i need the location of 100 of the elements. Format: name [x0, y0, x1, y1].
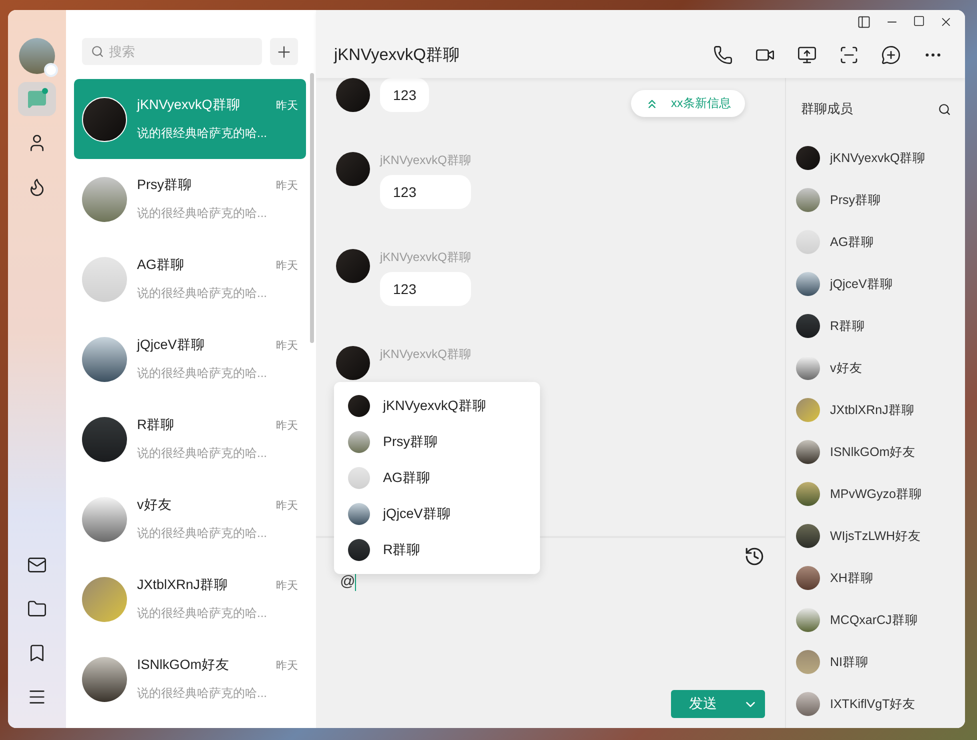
chat-icon — [27, 89, 47, 109]
member-name: ISNlkGOm好友 — [830, 444, 916, 460]
member-name: NI群聊 — [830, 654, 868, 670]
chat-list-item[interactable]: JXtblXRnJ群聊 昨天 说的很经典哈萨克的哈... — [74, 559, 306, 639]
chat-time: 昨天 — [276, 338, 298, 352]
chat-list-item[interactable]: Prsy群聊 昨天 说的很经典哈萨克的哈... — [74, 159, 306, 239]
avatar — [796, 650, 820, 674]
avatar — [796, 230, 820, 254]
member-item[interactable]: Prsy群聊 — [796, 179, 965, 221]
member-item[interactable]: XH群聊 — [796, 557, 965, 599]
avatar — [796, 566, 820, 590]
avatar — [796, 314, 820, 338]
member-item[interactable]: JXtblXRnJ群聊 — [796, 389, 965, 431]
members-title: 群聊成员 — [801, 100, 853, 118]
member-name: IXTKiflVgT好友 — [830, 696, 916, 712]
chat-time: 昨天 — [276, 258, 298, 272]
message-input[interactable]: @ — [340, 567, 765, 690]
chat-list-item[interactable]: R群聊 昨天 说的很经典哈萨克的哈... — [74, 399, 306, 479]
chat-preview: 说的很经典哈萨克的哈... — [137, 525, 268, 542]
message-bubble: 123 — [380, 272, 471, 306]
member-name: XH群聊 — [830, 570, 874, 586]
chat-time: 昨天 — [276, 98, 298, 112]
avatar — [796, 188, 820, 212]
member-item[interactable]: jQjceV群聊 — [796, 263, 965, 305]
screen-share-icon[interactable] — [797, 45, 817, 65]
member-item[interactable]: IXTKiflVgT好友 — [796, 683, 965, 725]
chat-time: 昨天 — [276, 498, 298, 512]
member-item[interactable]: AG群聊 — [796, 221, 965, 263]
avatar — [82, 416, 127, 462]
member-item[interactable]: R群聊 — [796, 305, 965, 347]
avatar — [336, 249, 370, 283]
mention-option[interactable]: R群聊 — [334, 532, 540, 568]
member-name: AG群聊 — [830, 234, 874, 250]
search-icon[interactable] — [938, 102, 951, 116]
avatar — [82, 496, 127, 542]
search-field[interactable]: 搜索 — [82, 38, 262, 65]
message-bubble: 123 — [380, 175, 471, 209]
scrollbar[interactable] — [310, 73, 314, 343]
mention-option[interactable]: AG群聊 — [334, 460, 540, 496]
chat-name: R群聊 — [137, 416, 175, 434]
avatar — [796, 524, 820, 548]
avatar — [82, 576, 127, 622]
chat-list-item[interactable]: AG群聊 昨天 说的很经典哈萨克的哈... — [74, 239, 306, 319]
member-item[interactable]: jKNVyexvkQ群聊 — [796, 137, 965, 179]
avatar — [796, 272, 820, 296]
avatar — [348, 539, 370, 561]
sender-name: jKNVyexvkQ群聊 — [380, 249, 471, 266]
chat-name: jQjceV群聊 — [137, 336, 205, 354]
avatar — [796, 608, 820, 632]
chat-name: Prsy群聊 — [137, 176, 192, 194]
unread-dot — [42, 88, 48, 94]
member-item[interactable]: WIjsTzLWH好友 — [796, 515, 965, 557]
member-item[interactable]: MCQxarCJ群聊 — [796, 599, 965, 641]
chat-list-item[interactable]: v好友 昨天 说的很经典哈萨克的哈... — [74, 479, 306, 559]
sender-name: jKNVyexvkQ群聊 — [380, 152, 471, 169]
avatar — [796, 440, 820, 464]
avatar — [336, 78, 370, 112]
chat-name: AG群聊 — [137, 256, 185, 274]
search-icon — [91, 45, 104, 58]
chat-time: 昨天 — [276, 418, 298, 432]
member-name: v好友 — [830, 360, 862, 376]
chat-list-item[interactable]: jQjceV群聊 昨天 说的很经典哈萨克的哈... — [74, 319, 306, 399]
history-icon[interactable] — [744, 546, 765, 567]
mail-icon — [27, 555, 47, 575]
avatar — [348, 467, 370, 489]
chat-preview: 说的很经典哈萨克的哈... — [137, 285, 268, 302]
chat-time: 昨天 — [276, 658, 298, 672]
avatar — [796, 398, 820, 422]
avatar — [82, 176, 127, 222]
mention-option[interactable]: Prsy群聊 — [334, 424, 540, 460]
chat-preview: 说的很经典哈萨克的哈... — [137, 605, 268, 622]
member-name: WIjsTzLWH好友 — [830, 528, 922, 544]
mention-option[interactable]: jQjceV群聊 — [334, 496, 540, 532]
member-item[interactable]: MPvWGyzo群聊 — [796, 473, 965, 515]
member-name: Prsy群聊 — [830, 192, 881, 208]
chat-preview: 说的很经典哈萨克的哈... — [137, 205, 268, 222]
chat-preview: 说的很经典哈萨克的哈... — [137, 445, 268, 462]
avatar — [796, 356, 820, 380]
scan-icon[interactable] — [839, 45, 859, 65]
chat-name: v好友 — [137, 496, 172, 514]
member-name: jQjceV群聊 — [830, 276, 893, 292]
member-name: jKNVyexvkQ群聊 — [830, 150, 926, 166]
member-item[interactable]: v好友 — [796, 347, 965, 389]
chat-name: jKNVyexvkQ群聊 — [137, 96, 240, 114]
chat-name: ISNlkGOm好友 — [137, 656, 230, 674]
chat-list-item[interactable]: ISNlkGOm好友 昨天 说的很经典哈萨克的哈... — [74, 639, 306, 719]
chat-add-icon[interactable] — [881, 45, 901, 65]
status-badge — [44, 63, 58, 77]
avatar — [796, 482, 820, 506]
chat-time: 昨天 — [276, 578, 298, 592]
add-button[interactable] — [270, 38, 298, 65]
chat-preview: 说的很经典哈萨克的哈... — [137, 365, 268, 382]
mention-option[interactable]: jKNVyexvkQ群聊 — [334, 388, 540, 424]
avatar — [82, 656, 127, 702]
phone-icon[interactable] — [713, 45, 733, 65]
member-item[interactable]: ISNlkGOm好友 — [796, 431, 965, 473]
member-item[interactable]: NI群聊 — [796, 641, 965, 683]
folder-icon — [27, 599, 47, 619]
profile-avatar[interactable] — [19, 38, 55, 74]
member-name: MPvWGyzo群聊 — [830, 486, 922, 502]
